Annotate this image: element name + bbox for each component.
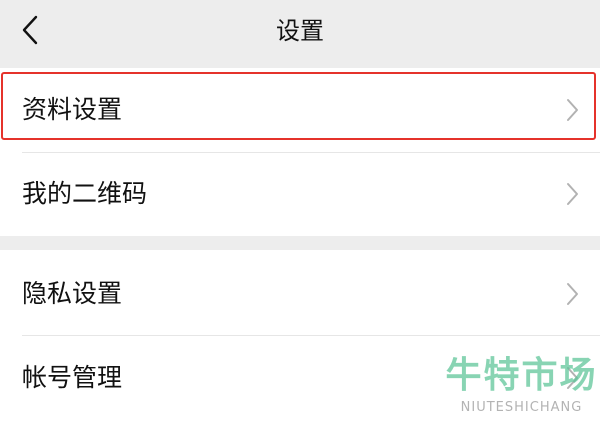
settings-item-label: 我的二维码 bbox=[22, 179, 148, 208]
settings-item-account[interactable]: 帐号管理 bbox=[0, 336, 600, 420]
nav-bar: 设置 bbox=[0, 0, 600, 66]
settings-item-label: 隐私设置 bbox=[22, 279, 123, 308]
page-title: 设置 bbox=[276, 17, 324, 45]
settings-item-label: 帐号管理 bbox=[22, 363, 123, 392]
settings-item-profile[interactable]: 资料设置 bbox=[0, 68, 600, 152]
settings-item-privacy[interactable]: 隐私设置 bbox=[0, 252, 600, 336]
chevron-right-icon bbox=[567, 183, 578, 205]
settings-item-qrcode[interactable]: 我的二维码 bbox=[0, 152, 600, 236]
chevron-right-icon bbox=[567, 367, 578, 389]
settings-item-label: 资料设置 bbox=[22, 95, 123, 124]
settings-group-profile: 资料设置 我的二维码 bbox=[0, 68, 600, 236]
settings-group-account: 隐私设置 帐号管理 bbox=[0, 250, 600, 424]
chevron-right-icon bbox=[567, 283, 578, 305]
chevron-right-icon bbox=[567, 99, 578, 121]
settings-screen: 设置 资料设置 我的二维码 隐私设置 帐号管理 牛特市场 NIUTESHICHA… bbox=[0, 0, 600, 424]
